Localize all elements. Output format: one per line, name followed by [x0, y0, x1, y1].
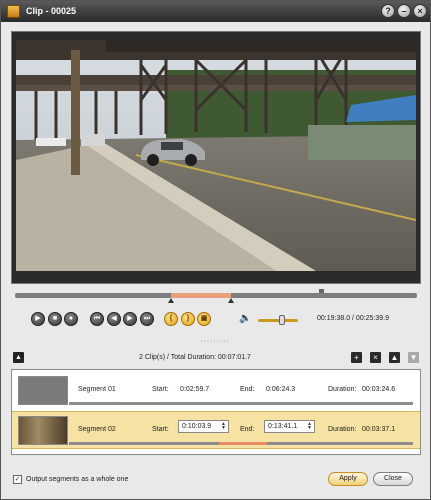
end-label: End: — [240, 386, 255, 393]
duration-value: 00:03:24.6 — [362, 386, 396, 393]
window-title: Clip - 00025 — [26, 6, 77, 16]
end-label: End: — [240, 426, 255, 433]
snapshot-icon[interactable]: ▣ — [197, 312, 211, 326]
segment-thumbnail — [18, 376, 68, 405]
timeline-selection — [171, 293, 231, 298]
end-time: 0:13:41.1 — [268, 423, 298, 430]
mark-out-handle[interactable] — [228, 298, 234, 303]
mark-in-handle[interactable] — [168, 298, 174, 303]
start-label: Start: — [152, 426, 169, 433]
move-to-top-button[interactable]: ▲ — [13, 352, 24, 363]
move-down-button[interactable]: ▼ — [408, 352, 419, 363]
segment-range-fill — [219, 442, 267, 445]
output-whole-label: Output segments as a whole one — [26, 476, 129, 483]
video-preview — [11, 31, 421, 284]
segment-thumbnail — [18, 416, 68, 445]
move-up-button[interactable]: ▲ — [389, 352, 400, 363]
clips-summary: 2 Clip(s) / Total Duration: 00:07:01.7 — [139, 354, 251, 361]
volume-slider[interactable] — [258, 319, 298, 322]
record-icon[interactable]: ● — [64, 312, 78, 326]
segment-range-bar — [69, 442, 413, 445]
playhead-handle[interactable] — [319, 289, 324, 293]
duration-label: Duration: — [328, 386, 357, 393]
segment-name: Segment 02 — [78, 426, 116, 433]
start-time: 0:02:59.7 — [180, 386, 210, 393]
help-button[interactable]: ? — [381, 4, 395, 18]
clip-count: 2 Clip(s) / — [139, 354, 169, 361]
splitter-grip[interactable]: ········· — [200, 338, 230, 345]
video-frame-image — [16, 40, 416, 271]
end-time-input[interactable]: 0:13:41.1 ▲ ▼ — [264, 420, 315, 433]
close-window-button[interactable]: × — [413, 4, 427, 18]
apply-button[interactable]: Apply — [328, 472, 368, 486]
mark-out-icon[interactable]: } — [181, 312, 195, 326]
segment-row[interactable]: Segment 01 Start: 0:02:59.7 End: 0:06:24… — [12, 372, 420, 410]
spin-arrows-icon[interactable]: ▲ ▼ — [220, 422, 227, 431]
clip-window: Clip - 00025 ? – × ▶ ■ ● ⏮ ◀ ▶ ⏭ {} ▣ 🔈… — [0, 0, 431, 500]
end-time: 0:06:24.3 — [266, 386, 296, 393]
spin-arrows-icon[interactable]: ▲ ▼ — [306, 422, 313, 431]
segment-list: Segment 01 Start: 0:02:59.7 End: 0:06:24… — [11, 369, 421, 455]
app-icon — [7, 5, 20, 18]
segment-toolbar: ▲ 2 Clip(s) / Total Duration: 00:07:01.7… — [11, 350, 421, 364]
volume-icon[interactable]: 🔈 — [239, 313, 251, 324]
segment-row[interactable]: Segment 02 Start: 0:10:03.9 ▲ ▼ End: 0:13… — [12, 411, 420, 449]
timeline-slider[interactable] — [15, 289, 417, 303]
delete-segment-button[interactable]: × — [370, 352, 381, 363]
duration-label: Duration: — [328, 426, 357, 433]
mark-in-icon[interactable]: { — [164, 312, 178, 326]
stop-icon[interactable]: ■ — [48, 312, 62, 326]
next-frame-icon[interactable]: ▶ — [123, 312, 137, 326]
start-label: Start: — [152, 386, 169, 393]
output-whole-checkbox[interactable]: ✓ — [13, 475, 22, 484]
start-time: 0:10:03.9 — [182, 423, 212, 430]
segment-name: Segment 01 — [78, 386, 116, 393]
segment-range-bar — [69, 402, 413, 405]
close-button[interactable]: Close — [373, 472, 413, 486]
minimize-button[interactable]: – — [397, 4, 411, 18]
prev-frame-icon[interactable]: ◀ — [107, 312, 121, 326]
play-icon[interactable]: ▶ — [31, 312, 45, 326]
duration-value: 00:03:37.1 — [362, 426, 396, 433]
start-time-input[interactable]: 0:10:03.9 ▲ ▼ — [178, 420, 229, 433]
volume-thumb[interactable] — [279, 315, 285, 325]
skip-end-icon[interactable]: ⏭ — [140, 312, 154, 326]
time-readout: 00:19:38.0 / 00:25:39.9 — [317, 315, 390, 322]
total-duration: Total Duration: 00:07:01.7 — [170, 354, 251, 361]
segment-range-fill — [114, 402, 160, 405]
title-bar: Clip - 00025 ? – × — [1, 1, 430, 22]
add-segment-button[interactable]: + — [351, 352, 362, 363]
skip-start-icon[interactable]: ⏮ — [90, 312, 104, 326]
